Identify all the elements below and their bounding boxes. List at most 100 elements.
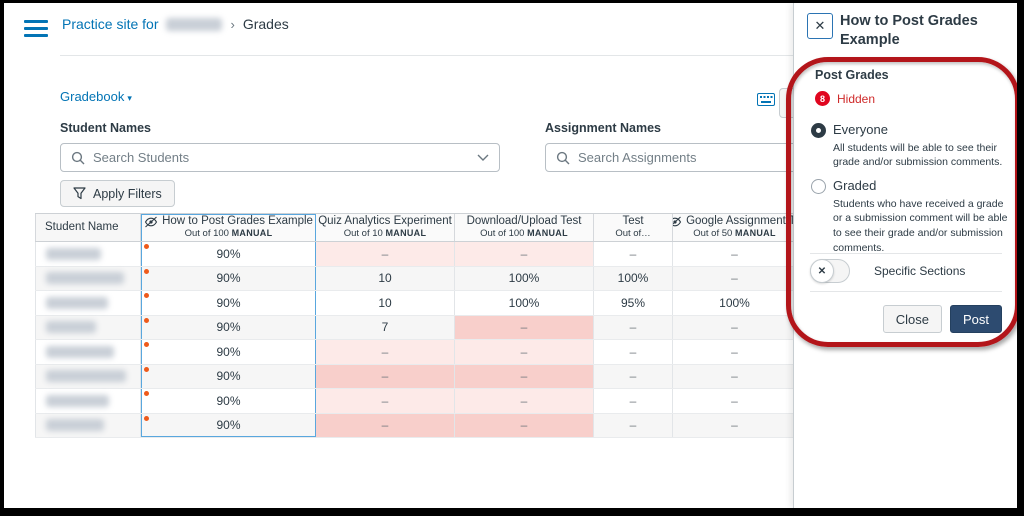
assignment-title: Download/Upload Test	[466, 214, 582, 227]
grade-cell[interactable]: 100%	[673, 291, 797, 315]
grade-cell[interactable]: –	[594, 364, 673, 388]
specific-sections-toggle[interactable]: ✕	[810, 259, 850, 283]
grade-cell[interactable]: 90%	[141, 413, 316, 437]
grade-cell[interactable]: –	[594, 340, 673, 364]
close-button[interactable]: Close	[882, 305, 942, 333]
student-name-redacted	[46, 247, 101, 260]
grade-cell[interactable]: 10	[316, 291, 455, 315]
student-name-cell[interactable]	[35, 266, 141, 290]
student-name-cell[interactable]	[35, 340, 141, 364]
assignment-title: Google Assignment Te	[686, 214, 797, 227]
table-row: 90% 7 – – –	[35, 315, 797, 340]
search-assignments-input[interactable]: Search Assignments	[545, 143, 797, 172]
assignment-column-header[interactable]: Test Out of…	[594, 214, 673, 241]
grade-cell[interactable]: –	[455, 340, 594, 364]
assignment-names-label: Assignment Names	[545, 121, 662, 135]
table-row: 90% – – – –	[35, 389, 797, 414]
grade-cell[interactable]: –	[673, 315, 797, 339]
grade-cell[interactable]: –	[455, 364, 594, 388]
grade-cell[interactable]: 90%	[141, 242, 316, 266]
radio-everyone[interactable]	[811, 123, 826, 138]
grade-cell[interactable]: –	[673, 413, 797, 437]
search-icon	[556, 151, 570, 165]
grade-value: 7	[381, 320, 389, 335]
grade-table: Student Name How to Post Grades Example Ou…	[35, 213, 797, 438]
grade-cell[interactable]: –	[316, 413, 455, 437]
table-row: 90% – – – –	[35, 242, 797, 267]
grade-cell[interactable]: 95%	[594, 291, 673, 315]
grade-value: –	[731, 393, 738, 408]
grade-cell[interactable]: 90%	[141, 315, 316, 339]
student-name-redacted	[46, 321, 96, 334]
student-name-cell[interactable]	[35, 364, 141, 388]
radio-everyone-label[interactable]: Everyone	[833, 122, 1009, 138]
grade-cell[interactable]: 90%	[141, 291, 316, 315]
assignment-column-header[interactable]: Quiz Analytics Experiment Out of 10 MANUA…	[316, 214, 455, 241]
grade-cell[interactable]: –	[594, 242, 673, 266]
grade-value: 90%	[216, 271, 241, 286]
grade-cell[interactable]: –	[673, 340, 797, 364]
grade-value: 10	[378, 295, 392, 310]
breadcrumb-redacted-name	[166, 17, 223, 31]
grade-cell[interactable]: –	[455, 315, 594, 339]
grade-cell[interactable]: 7	[316, 315, 455, 339]
student-name-cell[interactable]	[35, 291, 141, 315]
table-row: 90% 10 100% 100% –	[35, 266, 797, 291]
post-button[interactable]: Post	[949, 305, 1002, 333]
grade-cell[interactable]: 10	[316, 266, 455, 290]
grade-cell[interactable]: –	[455, 242, 594, 266]
grade-value: 100%	[508, 295, 540, 310]
breadcrumb: Practice site for › Grades	[62, 16, 289, 32]
grade-cell[interactable]: –	[316, 340, 455, 364]
hamburger-menu-icon[interactable]	[24, 20, 48, 40]
grade-value: 100%	[617, 271, 649, 286]
assignment-column-header[interactable]: Download/Upload Test Out of 100 MANUAL	[455, 214, 594, 241]
grade-value: –	[731, 320, 738, 335]
grade-value: –	[381, 246, 389, 261]
grade-cell[interactable]: –	[673, 389, 797, 413]
student-name-cell[interactable]	[35, 315, 141, 339]
grade-cell[interactable]: –	[316, 242, 455, 266]
grade-cell[interactable]: 90%	[141, 340, 316, 364]
grade-cell[interactable]: 100%	[455, 291, 594, 315]
assignment-column-header[interactable]: Google Assignment Te Out of 50 MANUAL	[673, 214, 797, 241]
assignment-title: Test	[622, 214, 644, 227]
grade-cell[interactable]: 100%	[455, 266, 594, 290]
student-name-column-header[interactable]: Student Name	[35, 214, 141, 241]
search-students-input[interactable]: Search Students	[60, 143, 500, 172]
grade-cell[interactable]: –	[455, 389, 594, 413]
assignment-column-header[interactable]: How to Post Grades Example Out of 100 MAN…	[141, 214, 316, 241]
grade-cell[interactable]: –	[594, 389, 673, 413]
grade-value: –	[629, 369, 637, 384]
apply-filters-button[interactable]: Apply Filters	[60, 180, 175, 207]
grade-cell[interactable]: –	[594, 315, 673, 339]
student-name-cell[interactable]	[35, 413, 141, 437]
keyboard-shortcuts-icon[interactable]	[757, 93, 775, 106]
student-name-cell[interactable]	[35, 389, 141, 413]
grade-cell[interactable]: –	[316, 389, 455, 413]
grade-cell[interactable]: 90%	[141, 364, 316, 388]
assignment-points-subtitle: Out of 100 MANUAL	[184, 228, 273, 240]
grade-cell[interactable]: –	[673, 266, 797, 290]
grade-cell[interactable]: 90%	[141, 389, 316, 413]
grade-value: –	[381, 344, 389, 359]
assignment-title: Quiz Analytics Experiment	[318, 214, 452, 227]
radio-option-graded: Graded Students who have received a grad…	[811, 178, 1009, 255]
student-name-cell[interactable]	[35, 242, 141, 266]
grade-value: –	[520, 418, 528, 433]
grade-cell[interactable]: –	[673, 242, 797, 266]
grade-cell[interactable]: –	[673, 364, 797, 388]
chevron-down-icon[interactable]	[477, 154, 489, 161]
grade-cell[interactable]: –	[594, 413, 673, 437]
breadcrumb-site-link[interactable]: Practice site for	[62, 16, 158, 32]
close-tray-button[interactable]: ✕	[807, 13, 833, 39]
grade-value: –	[629, 246, 637, 261]
grade-cell[interactable]: –	[455, 413, 594, 437]
grade-cell[interactable]: 90%	[141, 266, 316, 290]
gradebook-menu-button[interactable]: Gradebook ▾	[60, 89, 132, 104]
grade-cell[interactable]: 100%	[594, 266, 673, 290]
radio-graded-label[interactable]: Graded	[833, 178, 1009, 194]
radio-graded[interactable]	[811, 179, 826, 194]
grade-cell[interactable]: –	[316, 364, 455, 388]
hidden-eye-icon	[144, 216, 158, 228]
